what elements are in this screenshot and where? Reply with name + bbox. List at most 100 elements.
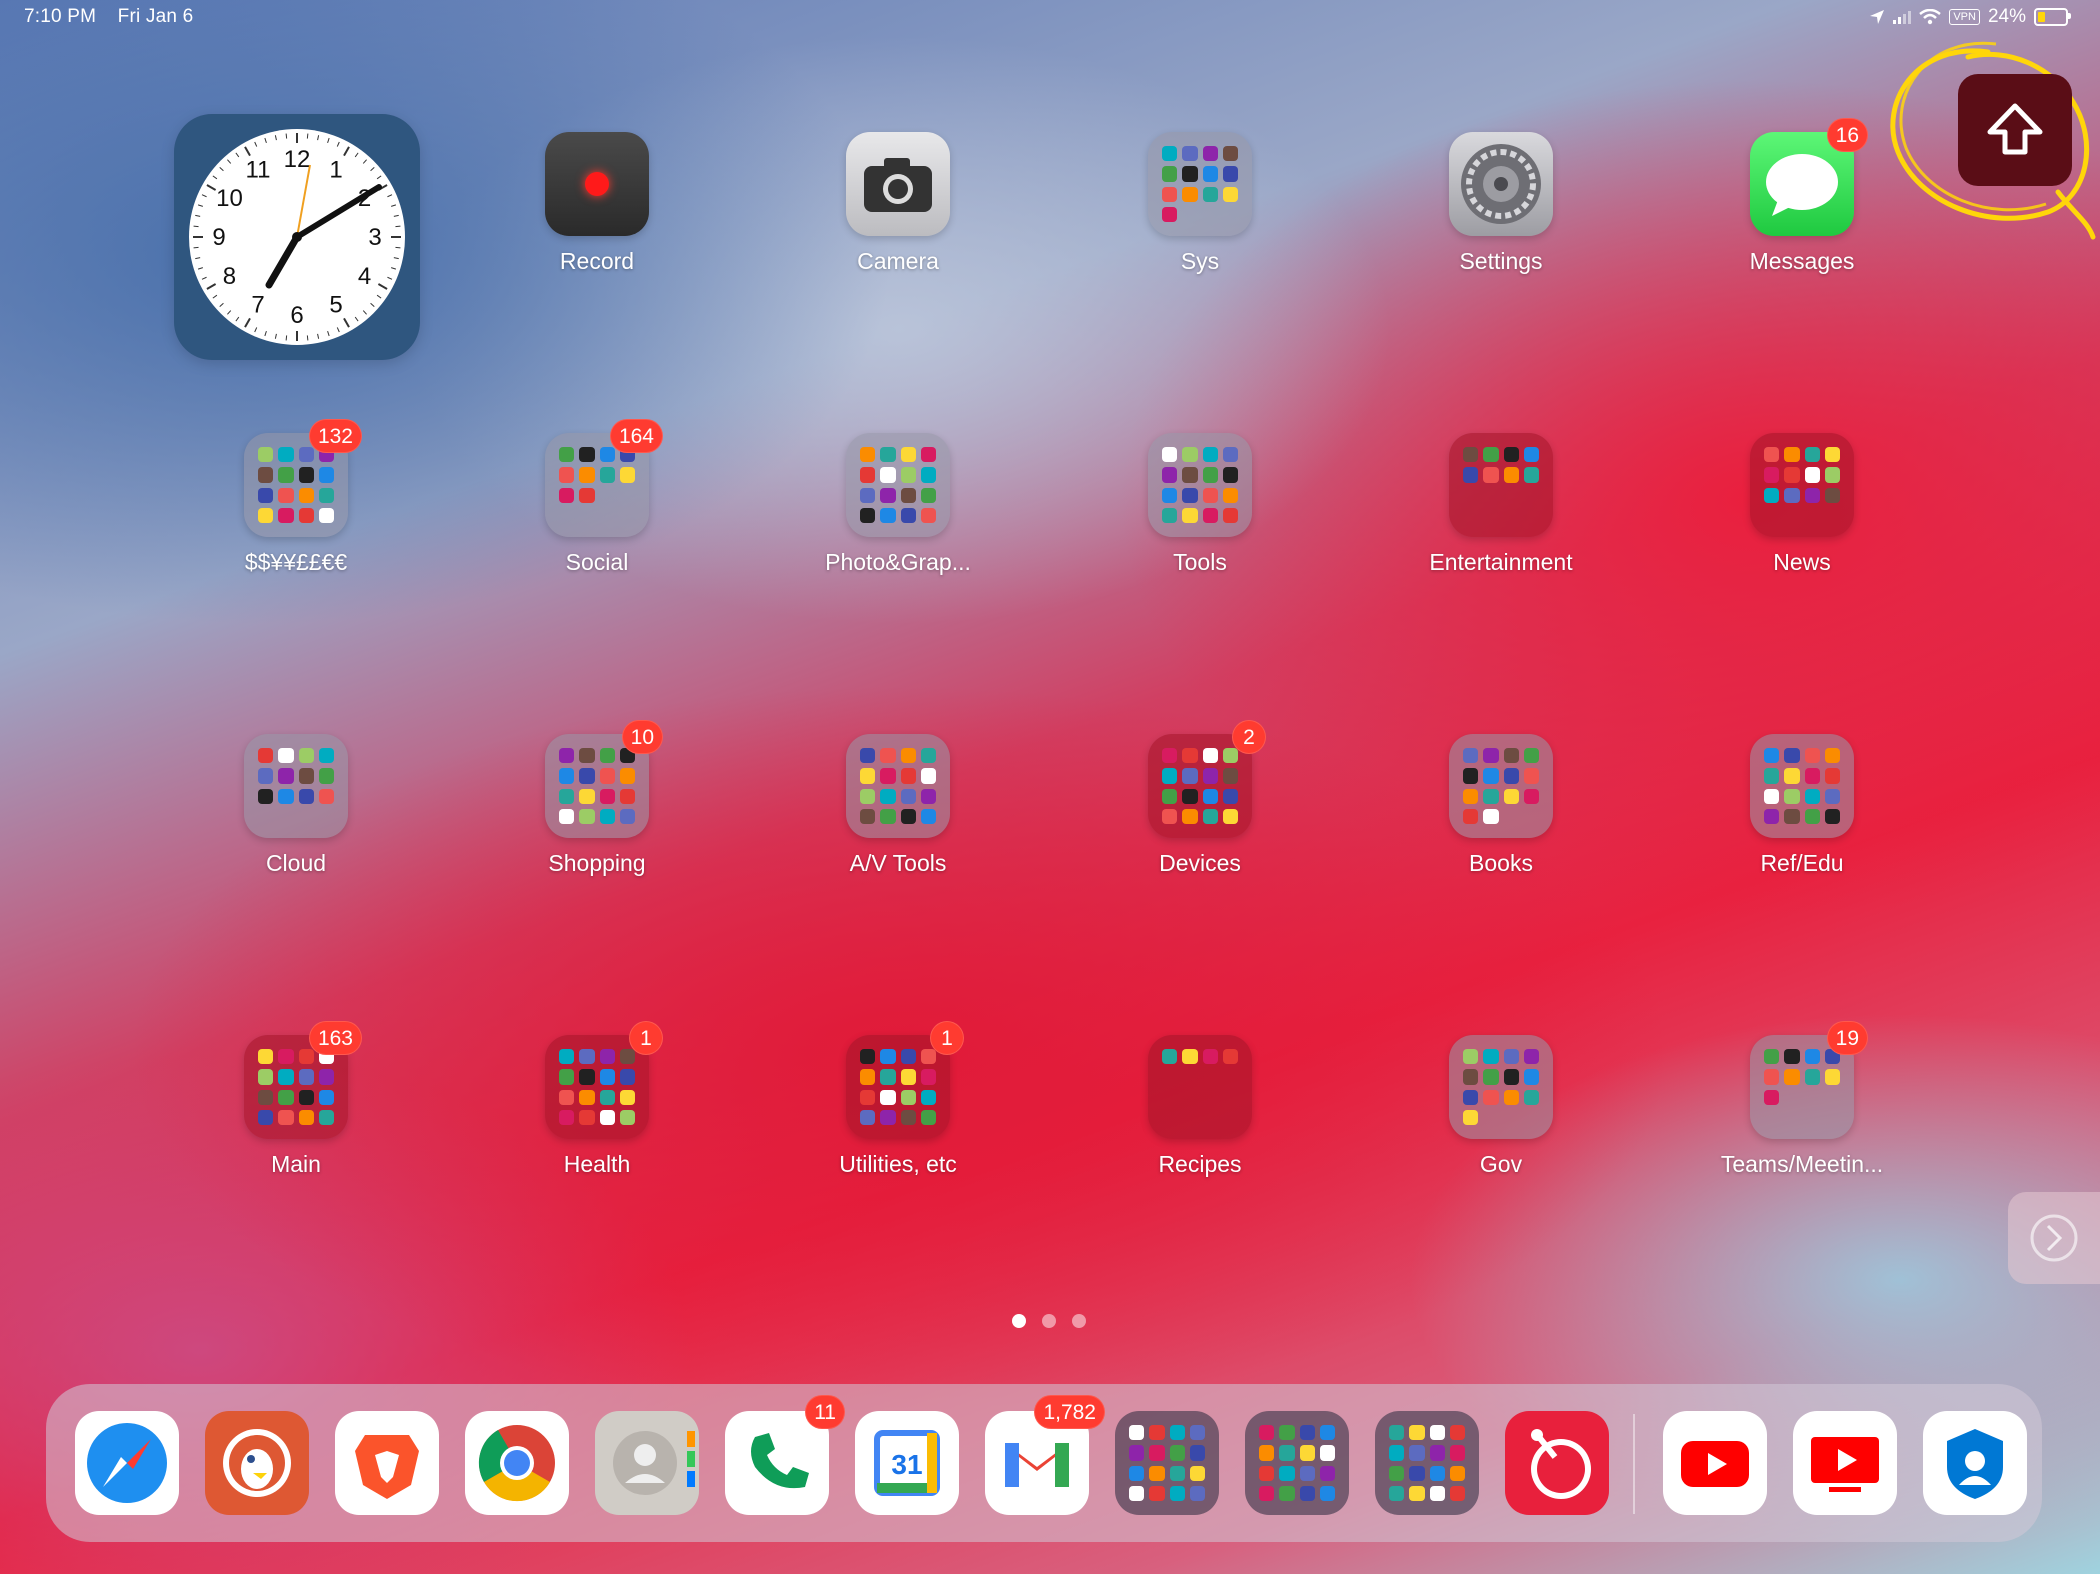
app-label: Entertainment (1429, 549, 1573, 575)
dock-chrome-app[interactable] (465, 1411, 569, 1515)
app-settings[interactable]: Settings (1401, 132, 1601, 275)
app-messages[interactable]: 16 Messages (1702, 118, 1902, 275)
app-entertainment[interactable]: Entertainment (1401, 433, 1601, 576)
contacts-icon (595, 1411, 699, 1515)
up-arrow-button[interactable] (1958, 74, 2072, 186)
notification-badge: 1 (629, 1021, 663, 1055)
app-label: Health (563, 1151, 631, 1177)
app-cloud[interactable]: Cloud (196, 734, 396, 877)
notification-badge: 1 (930, 1021, 964, 1055)
app-shopping[interactable]: 10 Shopping (497, 720, 697, 877)
clock-number: 8 (223, 263, 236, 290)
authenticator-icon (1923, 1411, 2027, 1515)
app-label: Camera (857, 248, 939, 274)
notification-badge: 10 (621, 720, 663, 754)
app-teams-meetin[interactable]: 19 Teams/Meetin... (1702, 1021, 1902, 1178)
status-time: 7:10 PM (24, 6, 97, 27)
page-dot-3[interactable] (1072, 1314, 1086, 1328)
dock-youtube-tv-app[interactable] (1793, 1411, 1897, 1515)
next-page-button[interactable] (2008, 1192, 2100, 1284)
app-label: Photo&Grap... (825, 549, 971, 575)
app-books[interactable]: Books (1401, 734, 1601, 877)
folder-icon: 19 (1750, 1021, 1868, 1139)
folder-icon (1449, 1035, 1553, 1139)
app-label: Cloud (265, 850, 327, 876)
app-label: News (1773, 549, 1831, 575)
record-icon (545, 132, 649, 236)
clock-widget[interactable]: 121234567891011 (174, 114, 420, 360)
clock-face: 121234567891011 (189, 129, 405, 345)
app-tools[interactable]: Tools (1100, 433, 1300, 576)
app-news[interactable]: News (1702, 433, 1902, 576)
dock-safari-app[interactable] (75, 1411, 179, 1515)
dock-duckduckgo-app[interactable] (205, 1411, 309, 1515)
page-dot-1[interactable] (1012, 1314, 1026, 1328)
app-label: Teams/Meetin... (1720, 1151, 1884, 1177)
app-label: $$¥¥££€€ (244, 549, 348, 575)
app-label: Devices (1159, 850, 1241, 876)
app-label: Social (565, 549, 629, 575)
page-dot-2[interactable] (1042, 1314, 1056, 1328)
folder-icon: 1 (846, 1021, 964, 1139)
dock-youtube-app[interactable] (1663, 1411, 1767, 1515)
app-label: Tools (1173, 549, 1227, 575)
dock-folder-app[interactable] (1375, 1411, 1479, 1515)
dock-calendar-app[interactable]: 31 (855, 1411, 959, 1515)
app-money[interactable]: 132 $$¥¥££€€ (196, 419, 396, 576)
folder-icon (846, 734, 950, 838)
clock-number: 5 (329, 292, 342, 319)
status-bar-left: 7:10 PM Fri Jan 6 (24, 6, 209, 28)
notification-badge: 164 (609, 419, 663, 453)
app-record[interactable]: Record (497, 132, 697, 275)
app-utilities-etc[interactable]: 1 Utilities, etc (798, 1021, 998, 1178)
app-recipes[interactable]: Recipes (1100, 1035, 1300, 1178)
clock-tick (395, 246, 401, 249)
app-social[interactable]: 164 Social (497, 419, 697, 576)
dock-authenticator-app[interactable] (1923, 1411, 2027, 1515)
folder-icon (1148, 1035, 1252, 1139)
folder-icon (1750, 433, 1854, 537)
app-label: Shopping (548, 850, 646, 876)
clock-number: 1 (329, 156, 342, 183)
app-photo-grap[interactable]: Photo&Grap... (798, 433, 998, 576)
chevron-right-icon (2030, 1214, 2078, 1262)
folder-icon: 164 (545, 419, 663, 537)
dock-fetch-app[interactable] (1505, 1411, 1609, 1515)
folder-icon (244, 734, 348, 838)
gear-icon (1449, 132, 1553, 236)
dock-folder-app[interactable] (1115, 1411, 1219, 1515)
dock-gmail-app[interactable]: 1,782 (985, 1395, 1105, 1515)
notification-badge: 16 (1826, 118, 1868, 152)
chrome-icon (465, 1411, 569, 1515)
dock-phone-app[interactable]: 11 (725, 1395, 845, 1515)
app-main[interactable]: 163 Main (196, 1021, 396, 1178)
app-gov[interactable]: Gov (1401, 1035, 1601, 1178)
page-indicator[interactable] (1012, 1314, 1086, 1328)
app-label: Recipes (1158, 1151, 1242, 1177)
folder-icon (1750, 734, 1854, 838)
fetch-icon (1505, 1411, 1609, 1515)
clock-tick (285, 335, 288, 341)
notification-badge: 2 (1232, 720, 1266, 754)
app-label: Utilities, etc (839, 1151, 957, 1177)
app-sys[interactable]: Sys (1100, 132, 1300, 275)
app-label: Ref/Edu (1760, 850, 1844, 876)
clock-number: 12 (284, 146, 311, 173)
dock-brave-app[interactable] (335, 1411, 439, 1515)
notification-badge: 163 (308, 1021, 362, 1055)
app-health[interactable]: 1 Health (497, 1021, 697, 1178)
app-a-v-tools[interactable]: A/V Tools (798, 734, 998, 877)
dock-contacts-app[interactable] (595, 1411, 699, 1515)
app-ref-edu[interactable]: Ref/Edu (1702, 734, 1902, 877)
app-label: Record (559, 248, 635, 274)
folder-icon (1148, 433, 1252, 537)
folder-icon (1449, 433, 1553, 537)
app-devices[interactable]: 2 Devices (1100, 720, 1300, 877)
app-camera[interactable]: Camera (798, 132, 998, 275)
dock-folder-app[interactable] (1245, 1411, 1349, 1515)
folder-icon (1115, 1411, 1219, 1515)
clock-number: 7 (251, 292, 264, 319)
folder-icon (1245, 1411, 1349, 1515)
clock-tick (193, 225, 199, 228)
brave-icon (335, 1411, 439, 1515)
